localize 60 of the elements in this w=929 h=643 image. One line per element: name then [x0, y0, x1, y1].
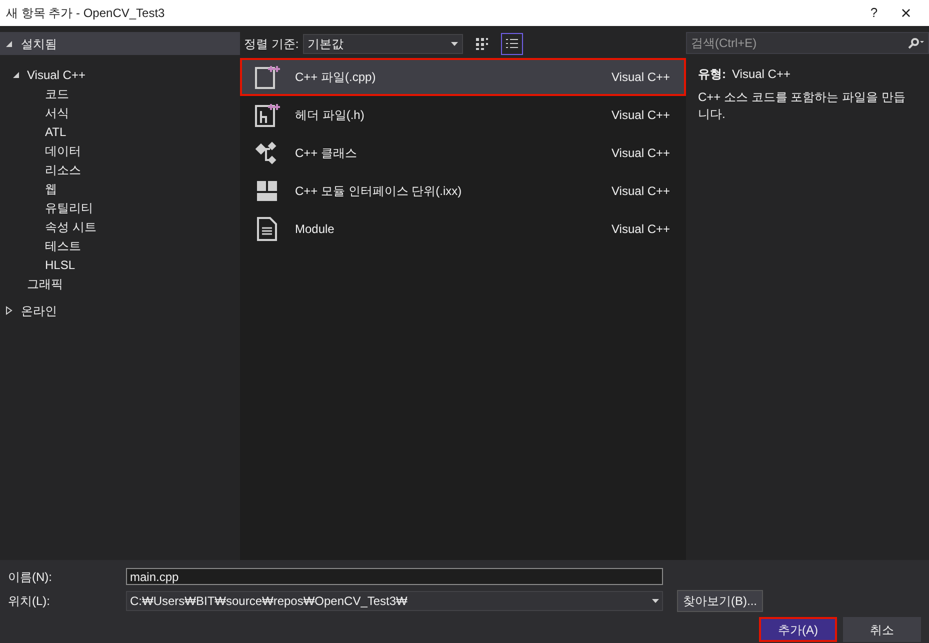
- sort-dropdown[interactable]: 기본값: [302, 34, 463, 54]
- template-item[interactable]: C++ 클래스 Visual C++: [240, 134, 686, 172]
- search-icon: [907, 37, 925, 49]
- module-interface-icon: [254, 178, 280, 204]
- window-title: 새 항목 추가 - OpenCV_Test3: [6, 5, 166, 22]
- document-icon: [254, 216, 280, 242]
- type-value: Visual C++: [732, 66, 790, 83]
- template-item[interactable]: C++ 모듈 인터페이스 단위(.ixx) Visual C++: [240, 172, 686, 210]
- tree-item[interactable]: 코드: [45, 84, 69, 102]
- template-name: C++ 클래스: [295, 145, 358, 162]
- template-item[interactable]: Module Visual C++: [240, 210, 686, 248]
- add-button[interactable]: 추가(A): [759, 617, 837, 642]
- tree-item[interactable]: Visual C++: [27, 66, 86, 84]
- template-name: 헤더 파일(.h): [295, 107, 366, 124]
- tree-header[interactable]: 설치됨: [0, 32, 240, 55]
- tree-label: 설치됨: [21, 36, 57, 52]
- collapsed-caret-icon[interactable]: [5, 306, 13, 315]
- close-button[interactable]: ×: [889, 0, 923, 26]
- template-item[interactable]: C++ 파일(.cpp) Visual C++: [240, 58, 686, 96]
- location-dropdown[interactable]: C:₩Users₩BIT₩source₩repos₩OpenCV_Test3₩: [126, 591, 663, 611]
- template-name: C++ 파일(.cpp): [295, 69, 377, 86]
- tree-item[interactable]: 온라인: [0, 299, 240, 322]
- list-view-button[interactable]: [500, 33, 523, 55]
- dropdown-arrow-icon: [652, 599, 659, 603]
- template-language: Visual C++: [612, 221, 670, 238]
- cpp-file-icon: [254, 64, 280, 90]
- template-name: C++ 모듈 인터페이스 단위(.ixx): [295, 183, 463, 200]
- template-item[interactable]: 헤더 파일(.h) Visual C++: [240, 96, 686, 134]
- sort-label: 정렬 기준:: [244, 36, 299, 53]
- template-language: Visual C++: [612, 69, 670, 86]
- template-language: Visual C++: [612, 145, 670, 162]
- expanded-caret-icon[interactable]: [12, 70, 20, 78]
- name-field[interactable]: main.cpp: [126, 568, 663, 585]
- expanded-caret-icon[interactable]: [5, 40, 13, 48]
- browse-button[interactable]: 찾아보기(B)...: [677, 590, 763, 612]
- tree-label: 온라인: [21, 302, 57, 320]
- tree-item[interactable]: 웹: [45, 180, 57, 198]
- grid-icon: [474, 37, 489, 51]
- tree-item[interactable]: 그래픽: [27, 274, 63, 292]
- search-field[interactable]: 검색(Ctrl+E): [686, 32, 929, 54]
- template-language: Visual C++: [612, 107, 670, 124]
- name-label: 이름(N):: [8, 568, 53, 586]
- tree-item[interactable]: 테스트: [45, 236, 81, 254]
- tree-item[interactable]: 속성 시트: [45, 218, 96, 236]
- tree-item[interactable]: 유틸리티: [45, 198, 93, 216]
- header-file-icon: [254, 102, 280, 128]
- dropdown-arrow-icon: [450, 42, 458, 46]
- description-text: C++ 소스 코드를 포함하는 파일을 만듭니다.: [698, 89, 906, 123]
- tree-item[interactable]: ATL: [45, 122, 66, 140]
- type-label: 유형:: [698, 66, 726, 83]
- cancel-button[interactable]: 취소: [843, 617, 921, 642]
- tree-item[interactable]: 서식: [45, 104, 69, 122]
- tree-item[interactable]: 리소스: [45, 160, 81, 178]
- template-language: Visual C++: [612, 183, 670, 200]
- tree-item[interactable]: HLSL: [45, 256, 76, 274]
- help-button[interactable]: ?: [859, 3, 889, 23]
- location-label: 위치(L):: [8, 593, 51, 610]
- template-name: Module: [295, 221, 336, 238]
- list-icon: [504, 37, 519, 51]
- tree-item[interactable]: 데이터: [45, 142, 81, 160]
